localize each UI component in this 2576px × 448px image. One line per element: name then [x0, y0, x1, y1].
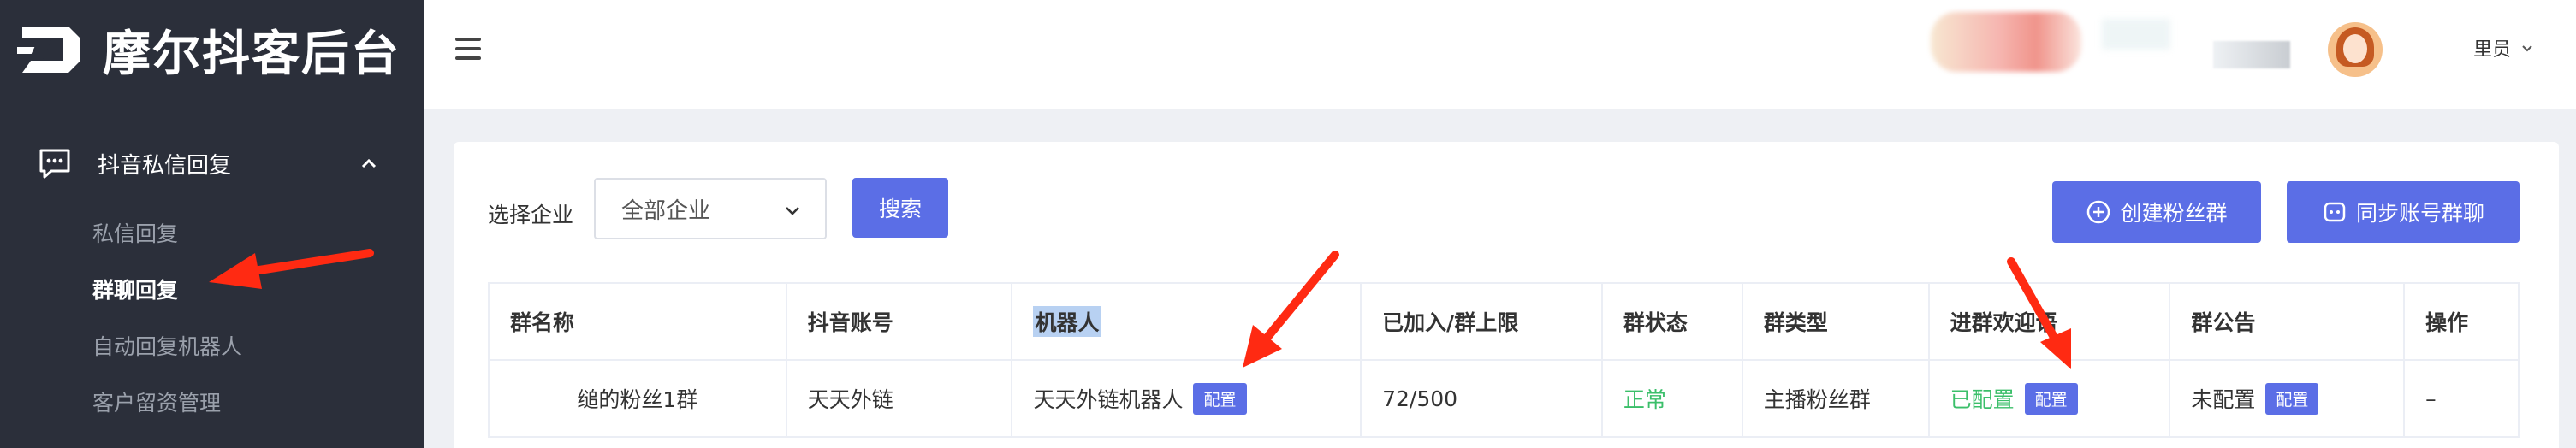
col-status: 群状态 [1602, 284, 1743, 361]
sidebar-item-customer-leads[interactable]: 客户留资管理 [92, 386, 221, 417]
sidebar: 摩尔抖客后台 抖音私信回复 私信回复 群聊回复 自动回复机器人 客户留资管理 [0, 0, 424, 448]
col-capacity: 已加入/群上限 [1362, 284, 1603, 361]
company-select[interactable]: 全部企业 [594, 178, 827, 239]
company-select-value: 全部企业 [621, 197, 711, 224]
cell-douyin-account: 天天外链 [786, 361, 1013, 438]
user-menu[interactable]: 里员 [2473, 34, 2535, 62]
col-robot: 机器人 [1012, 284, 1362, 361]
table-row: 缒的粉丝1群 天天外链 天天外链机器人 配置 72/500 正常 主播粉丝群 已… [490, 361, 2520, 438]
top-header: 里员 [424, 0, 2576, 109]
user-name: 里员 [2473, 39, 2512, 61]
blurred-region [2102, 19, 2170, 50]
sync-account-groups-label: 同步账号群聊 [2355, 201, 2484, 226]
cell-robot: 天天外链机器人 配置 [1012, 361, 1362, 438]
avatar[interactable] [2328, 22, 2383, 77]
col-operation: 操作 [2405, 284, 2520, 361]
robot-config-button[interactable]: 配置 [1193, 382, 1247, 415]
chevron-up-icon [361, 158, 377, 168]
col-type: 群类型 [1742, 284, 1930, 361]
sidebar-item-dm-reply[interactable]: 私信回复 [92, 217, 178, 248]
create-fan-group-label: 创建粉丝群 [2120, 201, 2228, 226]
cell-operation: – [2405, 361, 2520, 438]
menu-group-douyin-dm[interactable]: 抖音私信回复 [0, 137, 424, 190]
logo-icon [17, 27, 80, 73]
robot-name: 天天外链机器人 [1033, 387, 1184, 412]
main-card: 选择企业 全部企业 搜索 创建粉丝群 同步账号群聊 群名称 抖音账号 机器人 已… [454, 142, 2559, 448]
welcome-config-button[interactable]: 配置 [2024, 382, 2078, 415]
cell-capacity: 72/500 [1362, 361, 1603, 438]
col-douyin-account: 抖音账号 [786, 284, 1013, 361]
sidebar-item-group-reply[interactable]: 群聊回复 [92, 274, 178, 304]
cell-type: 主播粉丝群 [1742, 361, 1930, 438]
group-table: 群名称 抖音账号 机器人 已加入/群上限 群状态 群类型 进群欢迎语 群公告 操… [488, 282, 2520, 438]
cell-group-name: 缒的粉丝1群 [490, 361, 787, 438]
notice-status: 未配置 [2191, 387, 2256, 412]
chat-icon [39, 149, 70, 179]
app-title: 摩尔抖客后台 [103, 26, 401, 82]
cell-status: 正常 [1602, 361, 1743, 438]
cell-welcome: 已配置 配置 [1929, 361, 2171, 438]
cell-notice: 未配置 配置 [2170, 361, 2406, 438]
col-notice: 群公告 [2170, 284, 2406, 361]
company-filter-label: 选择企业 [488, 203, 574, 227]
table-header-row: 群名称 抖音账号 机器人 已加入/群上限 群状态 群类型 进群欢迎语 群公告 操… [490, 284, 2520, 361]
menu-group-label: 抖音私信回复 [98, 152, 232, 179]
sidebar-item-auto-reply-robot[interactable]: 自动回复机器人 [92, 330, 242, 361]
welcome-status: 已配置 [1950, 387, 2015, 412]
sync-account-groups-button[interactable]: 同步账号群聊 [2287, 181, 2520, 243]
notice-config-button[interactable]: 配置 [2265, 382, 2319, 415]
search-button[interactable]: 搜索 [852, 178, 948, 238]
blurred-region [2213, 41, 2290, 68]
col-group-name: 群名称 [490, 284, 787, 361]
chevron-down-icon [2522, 45, 2532, 52]
chevron-down-icon [786, 207, 799, 215]
create-fan-group-button[interactable]: 创建粉丝群 [2052, 181, 2261, 243]
blurred-banner [1931, 12, 2081, 72]
hamburger-icon[interactable] [455, 38, 481, 60]
robot-chat-icon [2324, 202, 2346, 222]
app-logo[interactable]: 摩尔抖客后台 [17, 19, 401, 82]
plus-circle-icon [2087, 200, 2110, 224]
col-robot-label: 机器人 [1033, 306, 1101, 337]
col-welcome: 进群欢迎语 [1929, 284, 2171, 361]
